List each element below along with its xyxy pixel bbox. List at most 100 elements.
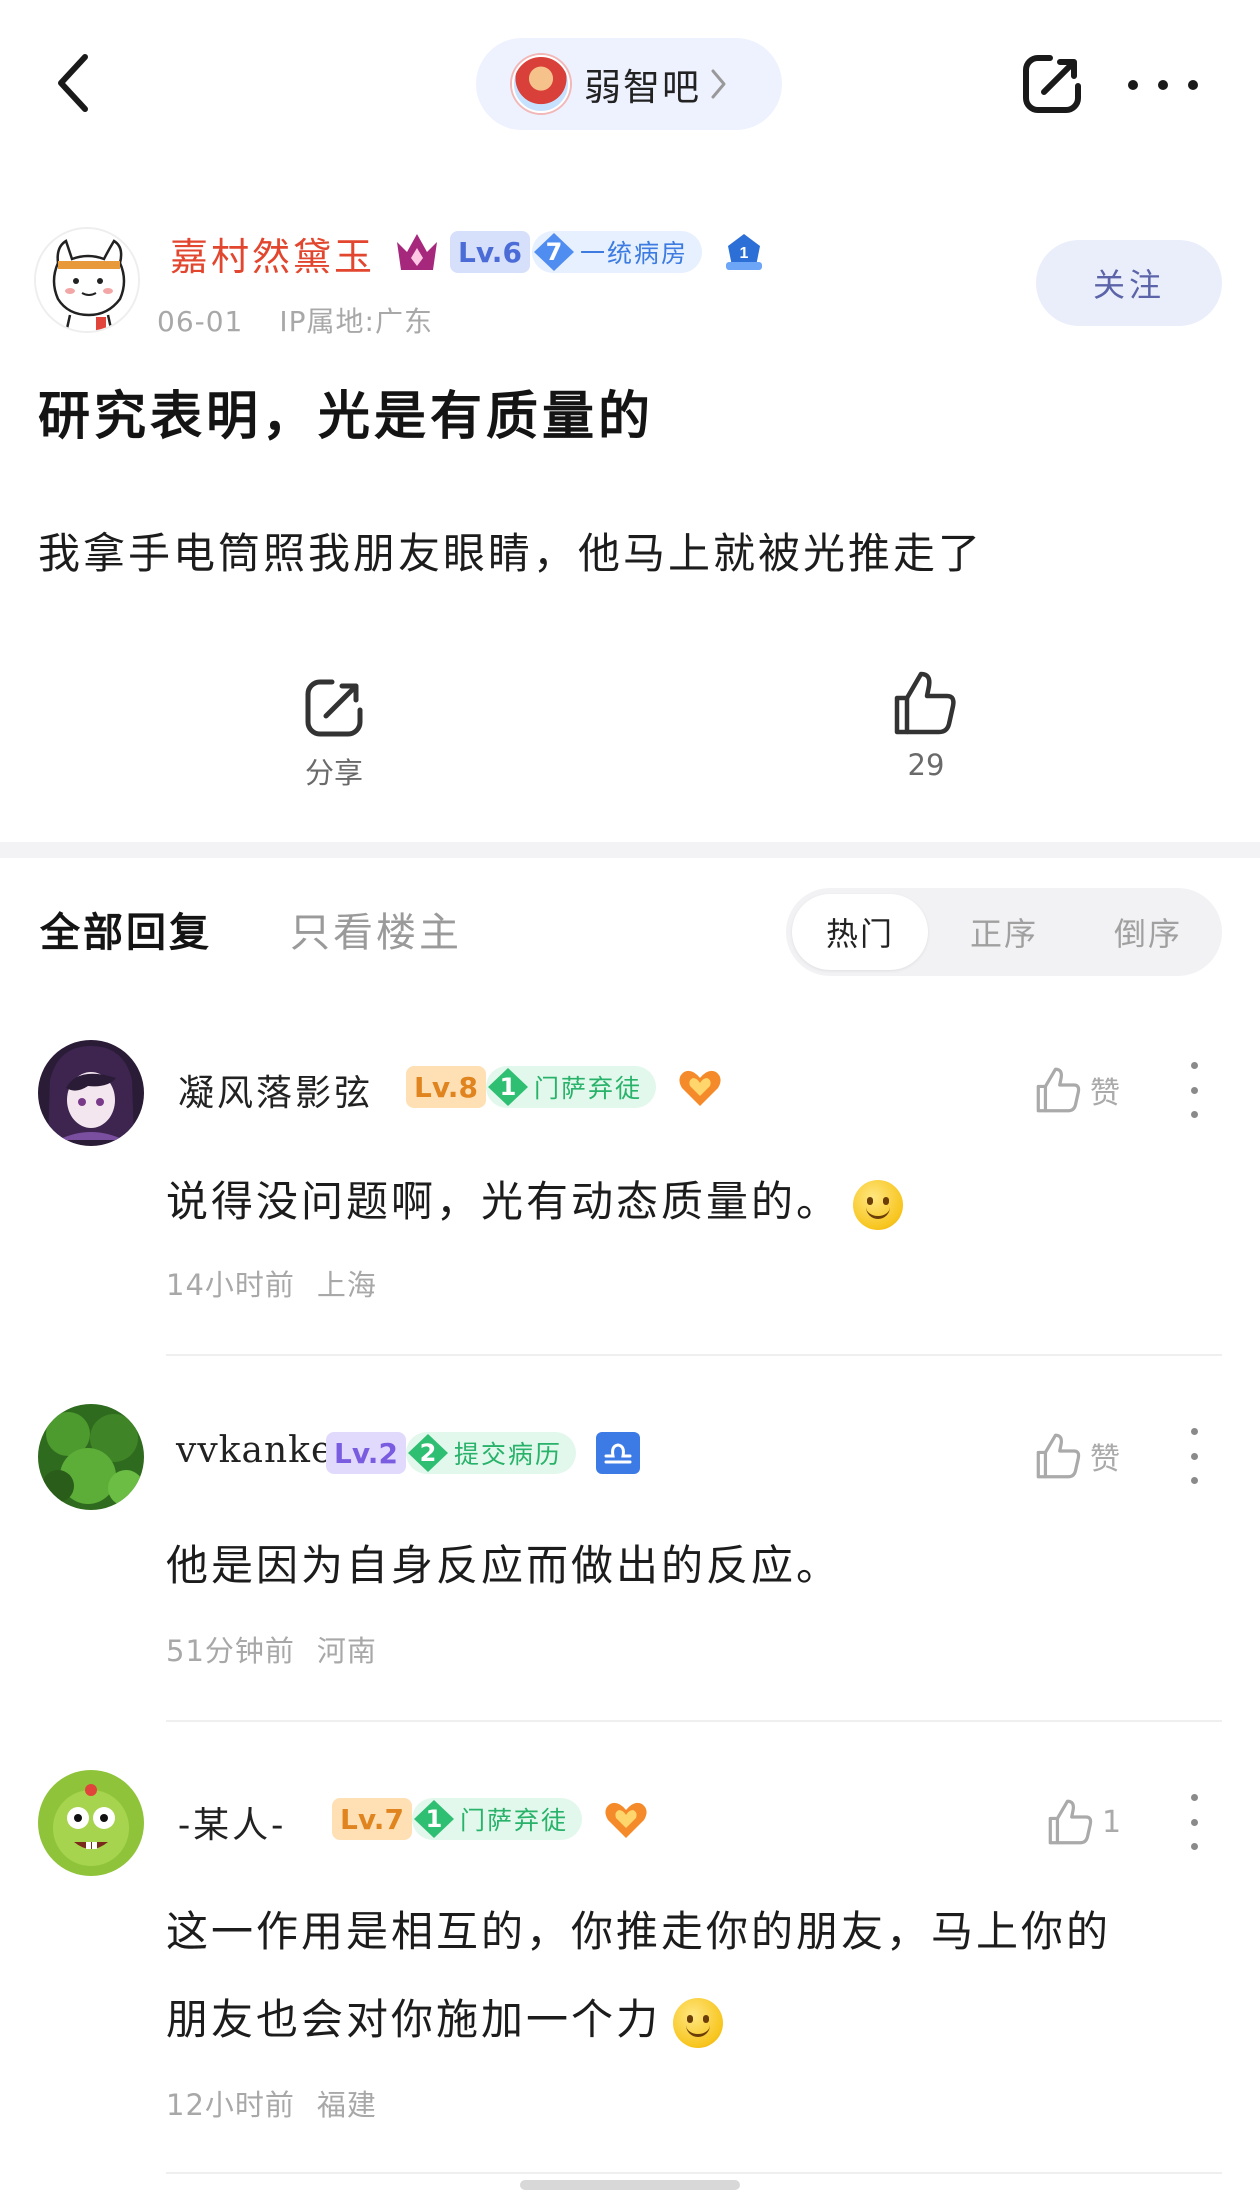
comment-like-label: 赞 — [1090, 1442, 1120, 1477]
honor-badge: 1 门萨弃徒 — [412, 1798, 583, 1840]
share-label: 分享 — [304, 756, 363, 790]
dot-icon — [1128, 80, 1138, 90]
dot-icon — [1190, 1111, 1198, 1118]
comment-divider — [166, 1720, 1222, 1722]
thumbs-up-icon — [1036, 1433, 1081, 1479]
comment-like-label: 赞 — [1090, 1076, 1120, 1111]
dot-icon — [1190, 1818, 1198, 1826]
comment-time: 14小时前 — [166, 1268, 295, 1302]
comment-text-content: 朋友也会对你施加一个力 — [166, 1995, 662, 2044]
comment-more-button[interactable] — [1184, 1428, 1204, 1484]
sort-hot[interactable]: 热门 — [792, 894, 928, 970]
commenter-name[interactable]: 凝风落影弦 — [178, 1064, 373, 1116]
sort-descending[interactable]: 倒序 — [1080, 894, 1216, 970]
tab-all-replies[interactable]: 全部回复 — [40, 900, 212, 958]
chevron-right-icon — [711, 69, 726, 99]
dot-icon — [1190, 1477, 1198, 1484]
honor-number: 1 — [499, 1073, 517, 1101]
level-badge: Lv.6 — [450, 231, 530, 273]
cartoon-character-avatar-icon — [38, 1770, 144, 1876]
share-button-top[interactable] — [1020, 52, 1084, 116]
forum-avatar — [512, 55, 570, 113]
comment-like-button[interactable]: 1 — [1046, 1792, 1156, 1852]
commenter-name[interactable]: -某人- — [178, 1796, 286, 1848]
post-body: 我拿手电筒照我朋友眼睛，他马上就被光推走了 — [38, 529, 984, 578]
comment-text: 说得没问题啊，光有动态质量的。 — [166, 1158, 904, 1246]
like-button[interactable]: 29 — [836, 668, 1016, 782]
dot-icon — [1190, 1062, 1198, 1069]
level-badge: Lv.2 — [326, 1432, 406, 1474]
honor-title: 门萨弃徒 — [460, 1806, 569, 1835]
comment-time: 12小时前 — [166, 2088, 295, 2122]
comment-text: 他是因为自身反应而做出的反应。 — [166, 1541, 842, 1590]
honor-title: 门萨弃徒 — [534, 1074, 643, 1103]
dot-icon — [1190, 1794, 1198, 1801]
comment-like-button[interactable]: 赞 — [1034, 1060, 1144, 1120]
post-title: 研究表明，光是有质量的 — [38, 386, 655, 447]
back-button[interactable] — [38, 48, 108, 118]
commenter-avatar[interactable] — [38, 1040, 144, 1146]
sort-toggle: 热门 正序 倒序 — [786, 888, 1222, 976]
cartoon-avatar-icon — [36, 229, 138, 331]
diamond-icon: 7 — [532, 231, 576, 273]
thumbs-up-icon — [1036, 1067, 1081, 1113]
honor-title: 一统病房 — [580, 239, 689, 268]
forum-name: 弱智吧 — [584, 66, 701, 109]
section-divider — [0, 842, 1260, 858]
more-options-button[interactable] — [1128, 60, 1198, 110]
honor-number: 7 — [545, 238, 563, 266]
smile-emoji-icon — [673, 1998, 724, 2048]
share-icon — [1023, 55, 1081, 113]
comment-text: 这一作用是相互的，你推走你的朋友，马上你的 朋友也会对你施加一个力 — [166, 1888, 1111, 2064]
smile-emoji-icon — [853, 1180, 904, 1230]
comment-more-button[interactable] — [1184, 1794, 1204, 1850]
leaf-avatar-icon — [38, 1404, 144, 1510]
comment-like-button[interactable]: 赞 — [1034, 1426, 1144, 1486]
honor-badge: 7 一统病房 — [532, 231, 703, 273]
commenter-avatar[interactable] — [38, 1770, 144, 1876]
honor-badge: 1 门萨弃徒 — [486, 1066, 657, 1108]
tab-op-only[interactable]: 只看楼主 — [290, 900, 462, 958]
forum-link[interactable]: 弱智吧 — [476, 38, 782, 130]
sort-ascending[interactable]: 正序 — [936, 894, 1072, 970]
post-date: 06-01 — [157, 305, 244, 338]
comment-time: 51分钟前 — [166, 1634, 295, 1668]
comment-text-line: 朋友也会对你施加一个力 — [166, 1976, 1111, 2064]
commenter-name[interactable]: vvkanke — [176, 1430, 333, 1471]
comment-like-label: 1 — [1102, 1804, 1122, 1840]
honor-title: 提交病历 — [454, 1440, 563, 1469]
post-ip: IP属地:广东 — [279, 305, 433, 338]
anime-avatar-icon — [38, 1040, 144, 1146]
comment-divider — [166, 1354, 1222, 1356]
comment-location: 上海 — [316, 1268, 377, 1302]
comment-more-button[interactable] — [1184, 1062, 1204, 1118]
post-meta: 06-01 IP属地:广东 — [157, 300, 433, 340]
dot-icon — [1190, 1843, 1198, 1850]
author-name[interactable]: 嘉村然黛玉 — [170, 226, 375, 281]
honor-badge: 2 提交病历 — [406, 1432, 577, 1474]
diamond-icon: 2 — [406, 1432, 450, 1474]
comment-divider — [166, 2172, 1222, 2174]
dot-icon — [1190, 1428, 1198, 1435]
libra-zodiac-icon — [596, 1432, 640, 1474]
thumbs-up-icon — [1048, 1799, 1093, 1845]
dot-icon — [1158, 80, 1168, 90]
comment-meta: 12小时前 福建 — [166, 2082, 377, 2124]
author-avatar[interactable] — [34, 227, 140, 333]
comment-location: 福建 — [316, 2088, 377, 2122]
heart-badge-icon — [676, 1066, 724, 1108]
diamond-icon: 1 — [486, 1066, 530, 1108]
commenter-avatar[interactable] — [38, 1404, 144, 1510]
crown-badge-icon — [393, 230, 441, 274]
level-badge: Lv.7 — [332, 1798, 412, 1840]
comment-text-line: 这一作用是相互的，你推走你的朋友，马上你的 — [166, 1907, 1112, 1956]
rank-badge-icon: 1 — [722, 232, 766, 272]
level-badge: Lv.8 — [406, 1066, 486, 1108]
dot-icon — [1190, 1086, 1198, 1094]
chevron-left-icon — [58, 54, 88, 112]
dot-icon — [1188, 80, 1198, 90]
heart-badge-icon — [602, 1798, 650, 1840]
share-button[interactable]: 分享 — [244, 676, 424, 792]
follow-button[interactable]: 关注 — [1036, 240, 1222, 326]
comment-meta: 14小时前 上海 — [166, 1262, 377, 1304]
